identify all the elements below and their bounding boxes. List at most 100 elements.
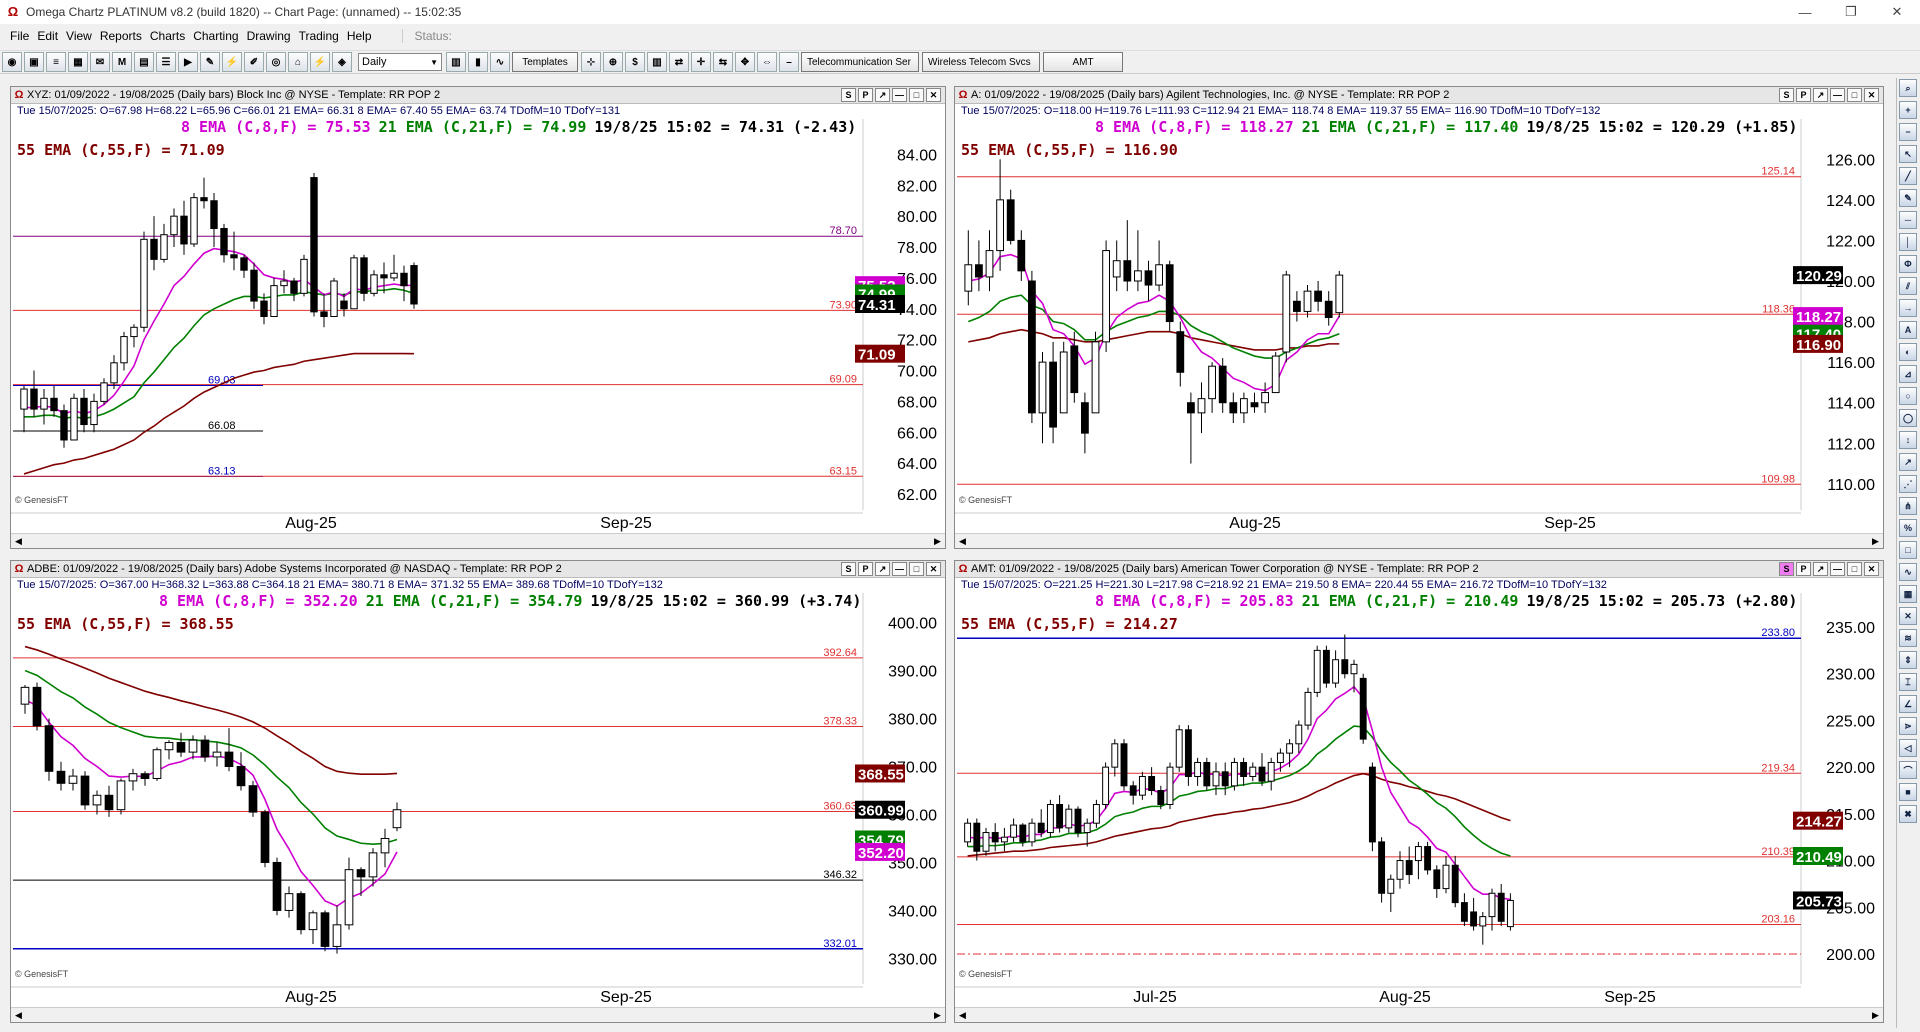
wedge-icon[interactable]: ◁ [1899, 739, 1917, 757]
menu-trading[interactable]: Trading [295, 29, 343, 43]
candle[interactable] [1271, 352, 1280, 394]
candle[interactable] [90, 393, 98, 433]
tab-wireless-telecom[interactable]: Wireless Telecom Svcs [922, 52, 1040, 72]
candle[interactable] [1368, 762, 1376, 852]
zoom-out-icon[interactable]: − [1899, 123, 1917, 141]
templates-button[interactable]: Templates [512, 52, 578, 72]
candle[interactable] [1120, 739, 1128, 791]
candle[interactable] [1111, 739, 1119, 777]
candle[interactable] [1314, 281, 1322, 312]
gann-icon[interactable]: ⊿ [1899, 365, 1917, 383]
channel-icon[interactable]: ⫽ [1899, 277, 1917, 295]
target-icon[interactable]: ◈ [332, 52, 352, 72]
candle[interactable] [330, 277, 338, 317]
restore-button[interactable]: ❐ [1828, 0, 1874, 24]
candle[interactable] [1074, 806, 1082, 838]
candle[interactable] [1092, 799, 1100, 828]
band-icon[interactable]: ≋ [1899, 629, 1917, 647]
candle[interactable] [56, 761, 66, 791]
candle[interactable] [1230, 757, 1238, 791]
candle[interactable] [996, 159, 1004, 271]
tab-telecommunication[interactable]: Telecommunication Ser [801, 52, 919, 72]
candle[interactable] [1006, 189, 1015, 245]
box-icon[interactable]: □ [1899, 541, 1917, 559]
candle[interactable] [368, 848, 378, 887]
candle[interactable] [32, 682, 42, 731]
chart-pane-adbe[interactable]: Ω ADBE: 01/09/2022 - 19/08/2025 (Daily ba… [10, 560, 946, 1023]
candle[interactable] [1258, 753, 1266, 786]
candle[interactable] [1091, 331, 1100, 414]
chart-pane-a[interactable]: Ω A: 01/09/2022 - 19/08/2025 (Daily bars)… [954, 86, 1884, 549]
candle[interactable] [140, 771, 150, 786]
crosshair-icon[interactable]: ✛ [691, 52, 711, 72]
speed-icon[interactable]: ⋰ [1899, 475, 1917, 493]
candle[interactable] [270, 277, 278, 317]
menu-drawing[interactable]: Drawing [243, 29, 295, 43]
chart-m-icon[interactable]: M [112, 52, 132, 72]
candle[interactable] [1212, 762, 1220, 796]
line-chart-icon[interactable]: ∿ [490, 52, 510, 72]
candle[interactable] [1218, 358, 1227, 413]
candle[interactable] [1479, 911, 1487, 945]
candle[interactable] [128, 768, 138, 791]
line-icon[interactable]: ╱ [1899, 167, 1917, 185]
candle[interactable] [200, 735, 210, 762]
candle[interactable] [320, 910, 330, 952]
candle[interactable] [1303, 285, 1312, 318]
menu-edit[interactable]: Edit [33, 29, 62, 43]
menu-reports[interactable]: Reports [96, 29, 146, 43]
chart-pane-xyz[interactable]: Ω XYZ: 01/09/2022 - 19/08/2025 (Daily bar… [10, 86, 946, 549]
candle[interactable] [982, 827, 990, 856]
candle[interactable] [1282, 270, 1291, 363]
candle[interactable] [1144, 260, 1153, 302]
candle-icon[interactable]: ▮ [468, 52, 488, 72]
candle[interactable] [1433, 865, 1441, 898]
candle[interactable] [150, 216, 158, 271]
arc-icon[interactable]: ⌒ [1899, 761, 1917, 779]
candle[interactable] [1359, 673, 1367, 744]
candle[interactable] [1194, 757, 1202, 786]
candle[interactable] [1166, 762, 1174, 810]
candle[interactable] [360, 254, 368, 302]
candle[interactable] [1405, 846, 1413, 884]
candle[interactable] [1184, 725, 1192, 786]
candle[interactable] [30, 370, 38, 417]
candle[interactable] [1138, 771, 1146, 800]
scroll-left-icon[interactable]: ◀ [11, 1008, 26, 1022]
scroll-left-icon[interactable]: ◀ [11, 534, 26, 548]
candle[interactable] [1324, 291, 1333, 326]
square-icon[interactable]: ■ [1899, 783, 1917, 801]
color-icon[interactable]: ◐ [1899, 343, 1917, 361]
candle[interactable] [1332, 650, 1340, 688]
candle[interactable] [20, 684, 30, 714]
candle[interactable] [80, 389, 88, 433]
candle[interactable] [290, 277, 298, 302]
candle[interactable] [190, 193, 198, 248]
list-icon[interactable]: ☰ [156, 52, 176, 72]
candle[interactable] [1229, 392, 1238, 423]
zoom-in-icon[interactable]: + [1899, 101, 1917, 119]
cursor-icon[interactable]: ↖ [1899, 145, 1917, 163]
candle[interactable] [160, 223, 168, 263]
eye-icon[interactable]: ◎ [266, 52, 286, 72]
scroll-left-icon[interactable]: ◀ [955, 1008, 970, 1022]
candle[interactable] [110, 355, 118, 390]
candle[interactable] [1046, 799, 1054, 838]
range-icon[interactable]: ↕ [1899, 431, 1917, 449]
candle[interactable] [40, 389, 48, 425]
horizontal-scrollbar[interactable]: ◀ ▶ [11, 1007, 945, 1022]
candle[interactable] [1028, 818, 1036, 847]
candle[interactable] [392, 802, 402, 832]
candle[interactable] [260, 809, 270, 868]
scroll-right-icon[interactable]: ▶ [1868, 1008, 1883, 1022]
candle[interactable] [120, 331, 128, 371]
candle[interactable] [200, 177, 208, 209]
candle[interactable] [1197, 382, 1206, 434]
menu-file[interactable]: File [6, 29, 33, 43]
candle[interactable] [296, 891, 306, 935]
wave-icon[interactable]: ∿ [1899, 563, 1917, 581]
candle[interactable] [180, 200, 188, 255]
candle[interactable] [1148, 767, 1156, 796]
candle[interactable] [284, 886, 294, 918]
ratio-icon[interactable]: % [1899, 519, 1917, 537]
